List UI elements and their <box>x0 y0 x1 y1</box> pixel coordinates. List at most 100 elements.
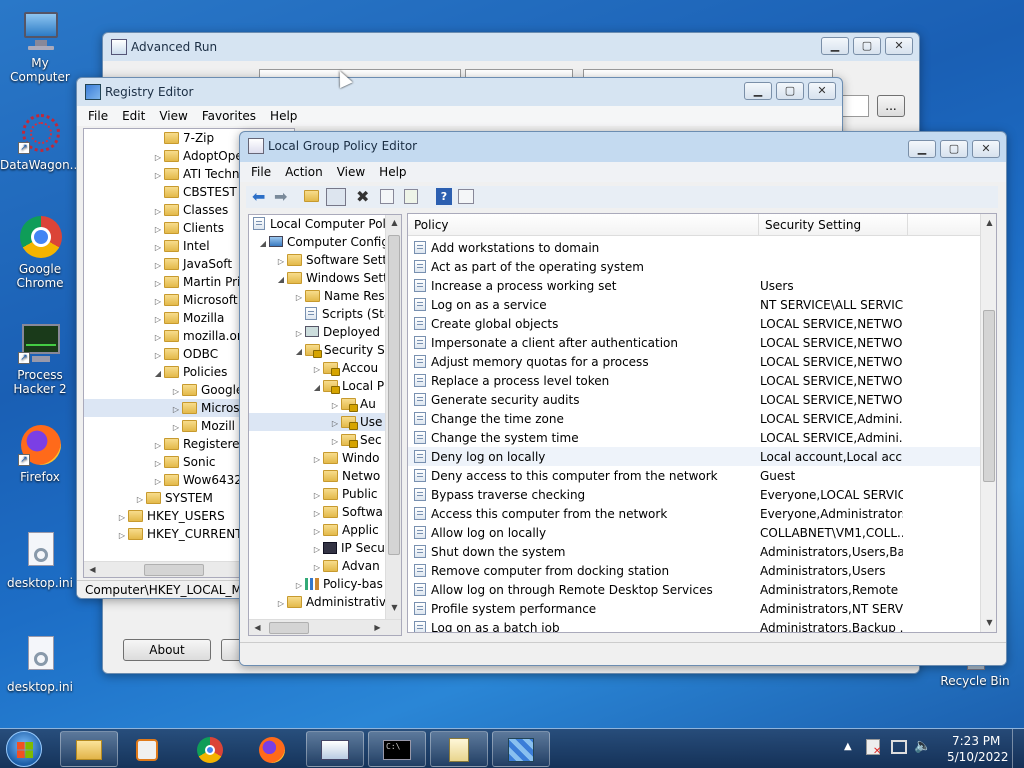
taskbar-command-prompt[interactable]: C:\ <box>368 731 426 767</box>
start-button[interactable] <box>6 731 42 767</box>
policy-row[interactable]: Deny log on locally Local account,Local a… <box>408 447 996 466</box>
policy-vertical-scrollbar[interactable]: ▲ ▼ <box>980 214 996 632</box>
close-button[interactable]: ✕ <box>808 82 836 100</box>
policy-row[interactable]: Profile system performance Administrators… <box>408 599 996 618</box>
tree-item[interactable]: ▷ Administrative <box>249 593 393 611</box>
tree-vertical-scrollbar[interactable]: ▲ ▼ <box>385 215 401 619</box>
tree-item[interactable]: ▷ Policy-bas <box>249 575 385 593</box>
minimize-button[interactable]: ▁ <box>744 82 772 100</box>
registry-editor-titlebar[interactable]: Registry Editor ▁ ▢ ✕ <box>77 78 842 106</box>
column-header-security-setting[interactable]: Security Setting <box>759 214 908 235</box>
policy-row[interactable]: Bypass traverse checking Everyone,LOCAL S… <box>408 485 996 504</box>
policy-row[interactable]: Allow log on locally COLLABNET\VM1,COLL..… <box>408 523 996 542</box>
about-button[interactable]: About <box>123 639 211 661</box>
maximize-button[interactable]: ▢ <box>940 140 968 158</box>
desktop-icon-desktop-ini-2[interactable]: desktop.ini <box>0 634 80 694</box>
menu-view[interactable]: View <box>330 165 372 179</box>
menu-help[interactable]: Help <box>372 165 413 179</box>
tree-item[interactable]: ▷ Sec <box>249 431 385 449</box>
menu-edit[interactable]: Edit <box>115 109 152 123</box>
policy-row[interactable]: Log on as a batch job Administrators,Back… <box>408 618 996 632</box>
policy-row[interactable]: Create global objects LOCAL SERVICE,NETWO… <box>408 314 996 333</box>
tree-item[interactable]: ▷ Name Res <box>249 287 385 305</box>
show-desktop-button[interactable] <box>1012 729 1024 768</box>
tree-item[interactable]: ▷ Windo <box>249 449 385 467</box>
tree-item-local-computer-policy[interactable]: Local Computer Polic <box>249 215 396 233</box>
taskbar-media-player[interactable] <box>120 731 178 767</box>
policy-row[interactable]: Adjust memory quotas for a process LOCAL … <box>408 352 996 371</box>
taskbar-firefox[interactable] <box>244 731 302 767</box>
tree-item[interactable]: ▷ Software Setti <box>249 251 391 269</box>
tree-item[interactable]: ▷ Au <box>249 395 385 413</box>
properties-icon[interactable] <box>380 189 394 204</box>
advanced-run-titlebar[interactable]: Advanced Run ▁ ▢ ✕ <box>103 33 919 61</box>
policy-row[interactable]: Generate security audits LOCAL SERVICE,NE… <box>408 390 996 409</box>
tree-item[interactable]: ▷ Softwa <box>249 503 385 521</box>
volume-icon[interactable]: 🔈 <box>914 738 931 754</box>
tree-item[interactable]: ▷ Accou <box>249 359 385 377</box>
policy-row[interactable]: Allow log on through Remote Desktop Serv… <box>408 580 996 599</box>
policy-row[interactable]: Add workstations to domain <box>408 238 996 257</box>
view-icon[interactable] <box>458 189 474 204</box>
menu-help[interactable]: Help <box>263 109 304 123</box>
desktop-icon-process-hacker[interactable]: ↗ Process Hacker 2 <box>0 322 80 396</box>
menu-favorites[interactable]: Favorites <box>195 109 263 123</box>
show-hide-tree-icon[interactable] <box>326 188 346 206</box>
taskbar-chrome[interactable] <box>182 731 240 767</box>
menu-file[interactable]: File <box>81 109 115 123</box>
show-hidden-icons-button[interactable]: ▲ <box>844 741 852 752</box>
group-policy-titlebar[interactable]: Local Group Policy Editor ▁ ▢ ✕ <box>240 132 1006 160</box>
menu-view[interactable]: View <box>152 109 194 123</box>
tree-horizontal-scrollbar[interactable]: ◀ ▶ <box>249 619 401 635</box>
up-folder-icon[interactable] <box>304 189 322 207</box>
browse-button[interactable]: ... <box>877 95 905 117</box>
policy-row[interactable]: Log on as a service NT SERVICE\ALL SERVIC… <box>408 295 996 314</box>
policy-row[interactable]: Remove computer from docking station Admi… <box>408 561 996 580</box>
clock-time[interactable]: 7:23 PM <box>952 734 1000 748</box>
desktop-icon-google-chrome[interactable]: Google Chrome <box>0 216 80 290</box>
network-icon[interactable] <box>891 740 907 754</box>
desktop-icon-datawagon[interactable]: ↗ DataWagon... <box>0 112 81 172</box>
policy-row[interactable]: Replace a process level token LOCAL SERVI… <box>408 371 996 390</box>
tree-item[interactable]: ▷ Advan <box>249 557 385 575</box>
policy-row[interactable]: Impersonate a client after authenticatio… <box>408 333 996 352</box>
tree-item[interactable]: ▷ Deployed <box>249 323 385 341</box>
taskbar-group-policy[interactable] <box>430 731 488 767</box>
policy-row[interactable]: Deny access to this computer from the ne… <box>408 466 996 485</box>
maximize-button[interactable]: ▢ <box>776 82 804 100</box>
desktop-icon-desktop-ini-1[interactable]: desktop.ini <box>0 530 80 590</box>
menu-file[interactable]: File <box>244 165 278 179</box>
policy-row[interactable]: Shut down the system Administrators,Users… <box>408 542 996 561</box>
policy-row[interactable]: Access this computer from the network Eve… <box>408 504 996 523</box>
close-button[interactable]: ✕ <box>972 140 1000 158</box>
tree-item[interactable]: Netwo <box>249 467 385 485</box>
action-center-icon[interactable]: ✕ <box>866 739 881 757</box>
delete-icon[interactable]: ✖ <box>356 188 374 206</box>
tree-item[interactable]: ▷ Applic <box>249 521 385 539</box>
forward-arrow-icon[interactable]: ➡ <box>274 188 292 206</box>
back-arrow-icon[interactable]: ⬅ <box>252 188 270 206</box>
policy-row[interactable]: Act as part of the operating system <box>408 257 996 276</box>
tree-item[interactable]: ▷ IP Secu <box>249 539 385 557</box>
tree-item[interactable]: Scripts (Sta <box>249 305 391 323</box>
tree-item[interactable]: ◢ Windows Sett <box>249 269 388 287</box>
tree-item-computer-config[interactable]: ◢ Computer Config <box>249 233 389 251</box>
clock-date[interactable]: 5/10/2022 <box>947 750 1009 764</box>
taskbar-registry-editor[interactable] <box>492 731 550 767</box>
policy-row[interactable]: Increase a process working set Users <box>408 276 996 295</box>
minimize-button[interactable]: ▁ <box>821 37 849 55</box>
maximize-button[interactable]: ▢ <box>853 37 881 55</box>
desktop-icon-firefox[interactable]: ↗ Firefox <box>0 424 80 484</box>
taskbar-explorer[interactable] <box>60 731 118 767</box>
help-icon[interactable]: ? <box>436 188 452 205</box>
desktop-icon-my-computer[interactable]: My Computer <box>0 10 80 84</box>
tree-item[interactable]: ▷ Public <box>249 485 385 503</box>
taskbar-advanced-run[interactable] <box>306 731 364 767</box>
tree-item[interactable]: ◢ Local P <box>249 377 385 395</box>
column-header-policy[interactable]: Policy <box>408 214 759 235</box>
minimize-button[interactable]: ▁ <box>908 140 936 158</box>
policy-tree[interactable]: Local Computer Polic ◢ Computer Config ▷ S… <box>248 214 402 636</box>
policy-list[interactable]: Policy Security Setting Add workstations… <box>407 213 997 633</box>
export-list-icon[interactable] <box>404 189 418 204</box>
close-button[interactable]: ✕ <box>885 37 913 55</box>
